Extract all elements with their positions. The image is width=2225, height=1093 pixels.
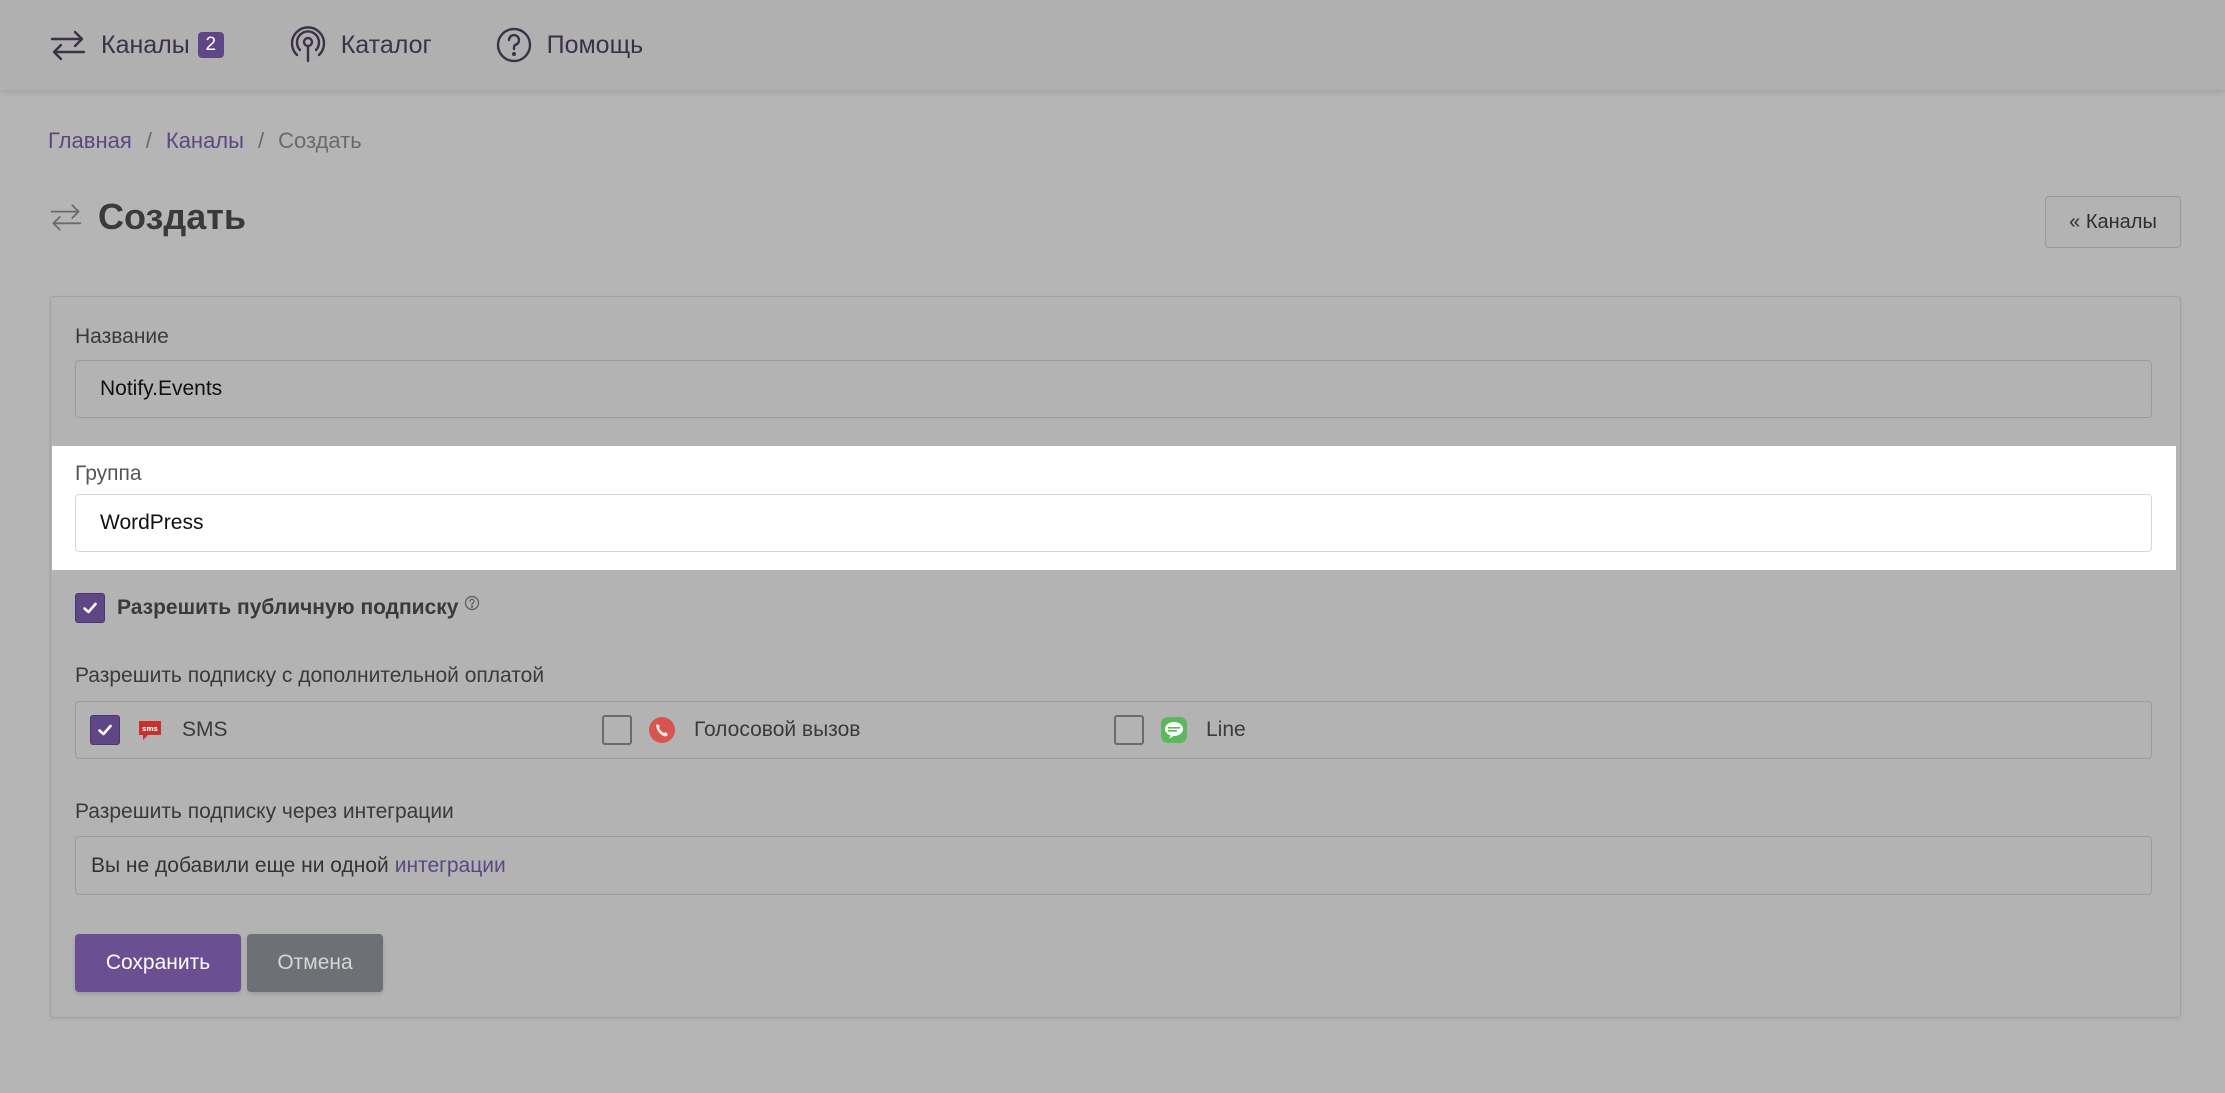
sms-icon: sms: [136, 716, 164, 744]
voice-call-label: Голосовой вызов: [694, 718, 861, 741]
name-input[interactable]: [75, 360, 2152, 418]
back-to-channels-button[interactable]: « Каналы: [2045, 196, 2181, 248]
nav-channels[interactable]: Каналы 2: [48, 0, 224, 90]
breadcrumb-current: Создать: [278, 128, 362, 153]
breadcrumb-separator: /: [257, 128, 265, 153]
question-circle-icon: [494, 25, 534, 65]
line-checkbox[interactable]: [1114, 715, 1144, 745]
breadcrumb-channels[interactable]: Каналы: [166, 128, 244, 154]
exchange-arrows-icon: [48, 25, 88, 65]
breadcrumb-separator: /: [145, 128, 152, 153]
nav-help-label: Помощь: [546, 30, 644, 59]
paid-option-voice[interactable]: Голосовой вызов: [602, 715, 860, 745]
line-app-icon: [1160, 716, 1188, 744]
exchange-arrows-icon: [48, 199, 84, 235]
integrations-box: Вы не добавили еще ни одной интеграции: [75, 836, 2152, 895]
group-input[interactable]: [75, 494, 2152, 552]
integrations-empty-text: Вы не добавили еще ни одной: [91, 853, 389, 877]
name-label: Название: [75, 325, 169, 348]
public-subscribe-row: Разрешить публичную подписку: [75, 593, 480, 623]
svg-text:sms: sms: [142, 725, 158, 733]
public-subscribe-checkbox[interactable]: [75, 593, 105, 623]
nav-catalog[interactable]: Каталог: [288, 0, 432, 90]
sms-label: SMS: [182, 718, 228, 741]
breadcrumb-home[interactable]: Главная: [48, 128, 132, 154]
podcast-icon: [288, 25, 328, 65]
page-header: Создать: [48, 196, 246, 238]
line-label: Line: [1206, 718, 1246, 741]
nav-help[interactable]: Помощь: [494, 0, 644, 90]
paid-subscribe-label: Разрешить подписку с дополнительной опла…: [75, 664, 545, 687]
nav-channels-label: Каналы: [101, 30, 190, 59]
phone-call-icon: [648, 716, 676, 744]
public-subscribe-label: Разрешить публичную подписку: [117, 596, 459, 619]
voice-call-checkbox[interactable]: [602, 715, 632, 745]
breadcrumb: Главная / Каналы / Создать: [48, 128, 362, 154]
cancel-button[interactable]: Отмена: [247, 934, 383, 992]
channels-count-badge: 2: [197, 32, 224, 58]
page-title: Создать: [98, 196, 247, 237]
top-navbar: Каналы 2 Каталог Помощь: [0, 0, 2225, 90]
paid-options-box: sms SMS Голосовой вызов Line: [75, 701, 2152, 759]
save-button[interactable]: Сохранить: [75, 934, 241, 992]
paid-option-sms[interactable]: sms SMS: [90, 715, 228, 745]
group-field-highlight: Группа: [52, 446, 2176, 570]
help-tooltip-icon[interactable]: [464, 595, 480, 611]
paid-option-line[interactable]: Line: [1114, 715, 1246, 745]
group-label: Группа: [75, 462, 142, 485]
sms-checkbox[interactable]: [90, 715, 120, 745]
nav-catalog-label: Каталог: [340, 30, 432, 59]
integrations-link[interactable]: интеграции: [395, 854, 506, 878]
integrations-label: Разрешить подписку через интеграции: [75, 800, 454, 823]
